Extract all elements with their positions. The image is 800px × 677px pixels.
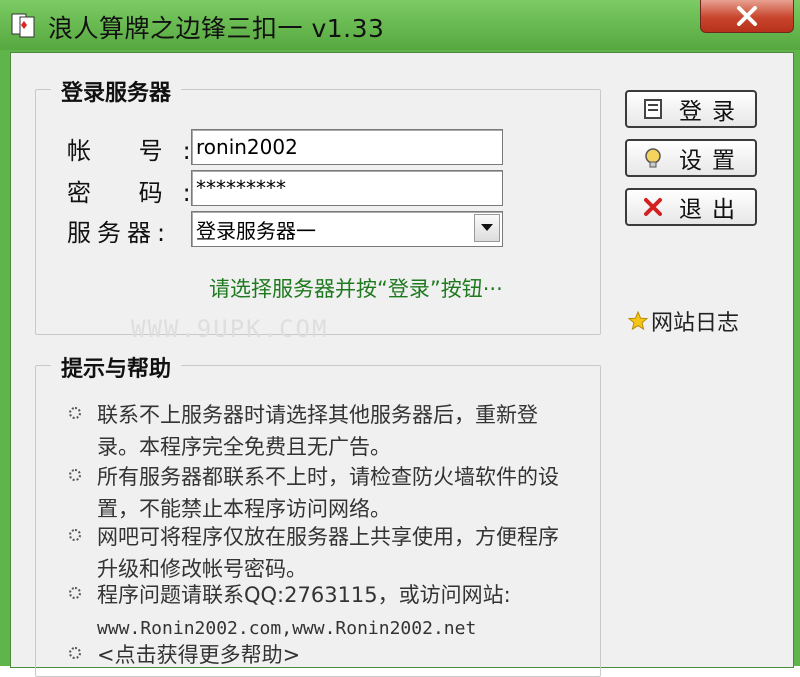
bullet-icon — [69, 407, 81, 419]
login-button-label: 登录 — [679, 99, 745, 125]
exit-button-label: 退出 — [679, 197, 745, 223]
settings-button-label: 设置 — [679, 148, 745, 174]
server-label: 服务器: — [67, 219, 172, 247]
star-icon — [627, 310, 649, 331]
login-group-title: 登录服务器 — [51, 75, 182, 107]
close-button[interactable] — [700, 0, 794, 33]
server-select-value: 登录服务器一 — [196, 218, 316, 243]
bullet-icon — [69, 587, 81, 599]
login-icon — [641, 97, 665, 121]
site-log-link[interactable]: 网站日志 — [627, 305, 739, 337]
chevron-down-icon[interactable] — [474, 214, 500, 242]
exit-icon — [641, 195, 665, 219]
website-links[interactable]: www.Ronin2002.com,www.Ronin2002.net — [97, 618, 476, 639]
password-label: 密 码: — [67, 179, 211, 207]
app-icon — [10, 11, 38, 39]
exit-button[interactable]: 退出 — [625, 188, 757, 226]
title-bar[interactable]: 浪人算牌之边锋三扣一 v1.33 — [0, 0, 800, 50]
account-input[interactable]: ronin2002 — [191, 129, 503, 165]
settings-button[interactable]: 设置 — [625, 139, 757, 177]
help-item: 联系不上服务器时请选择其他服务器后，重新登录。本程序完全免费且无广告。 — [69, 399, 567, 463]
more-help-link[interactable]: <点击获得更多帮助> — [69, 639, 567, 671]
app-window: 浪人算牌之边锋三扣一 v1.33 登录服务器 帐 号: ronin2002 密 … — [0, 0, 800, 677]
help-item: 网吧可将程序仅放在服务器上共享使用，方便程序升级和修改帐号密码。 — [69, 521, 567, 585]
account-label: 帐 号: — [67, 137, 211, 165]
login-button[interactable]: 登录 — [625, 90, 757, 128]
site-log-label: 网站日志 — [651, 311, 740, 336]
client-area: 登录服务器 帐 号: ronin2002 密 码: ********* 服务器:… — [10, 52, 794, 677]
close-icon — [737, 6, 757, 26]
bullet-icon — [69, 469, 81, 481]
login-hint: 请选择服务器并按“登录”按钮··· — [209, 277, 503, 301]
server-select[interactable]: 登录服务器一 — [191, 211, 503, 247]
password-input[interactable]: ********* — [191, 170, 503, 206]
bullet-icon — [69, 529, 81, 541]
help-group-title: 提示与帮助 — [51, 351, 182, 383]
settings-icon — [641, 146, 665, 170]
bullet-icon — [69, 647, 81, 659]
help-item: 程序问题请联系QQ:2763115，或访问网站: www.Ronin2002.c… — [69, 579, 577, 645]
watermark: WWW.9UPK.COM — [131, 315, 329, 343]
window-title: 浪人算牌之边锋三扣一 v1.33 — [48, 14, 385, 43]
help-item: 所有服务器都联系不上时，请检查防火墙软件的设置，不能禁止本程序访问网络。 — [69, 461, 567, 525]
